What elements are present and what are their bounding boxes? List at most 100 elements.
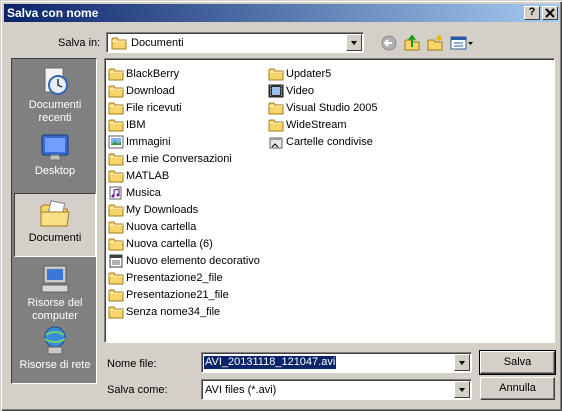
file-list[interactable]: BlackBerry Download File ricevuti IBM Im… bbox=[104, 58, 555, 343]
file-name: Download bbox=[126, 84, 175, 97]
cancel-button[interactable]: Annulla bbox=[480, 377, 555, 400]
place-documents[interactable]: Documenti bbox=[14, 193, 96, 257]
filetype-combo[interactable]: AVI files (*.avi) bbox=[201, 379, 472, 400]
folder-icon bbox=[108, 237, 124, 251]
close-icon bbox=[545, 8, 555, 18]
filetype-value: AVI files (*.avi) bbox=[205, 384, 277, 396]
list-item[interactable]: Visual Studio 2005 bbox=[268, 99, 378, 116]
place-network[interactable]: Risorse di rete bbox=[14, 321, 96, 385]
folder-icon bbox=[108, 84, 124, 98]
file-name: MATLAB bbox=[126, 169, 170, 182]
list-item[interactable]: Updater5 bbox=[268, 65, 378, 82]
file-column-2: Updater5 Video Visual Studio 2005 WideSt… bbox=[268, 65, 378, 150]
network-icon bbox=[44, 326, 66, 355]
list-item[interactable]: Immagini bbox=[108, 133, 260, 150]
place-label: Risorse del computer bbox=[27, 297, 83, 322]
list-item[interactable]: Cartelle condivise bbox=[268, 133, 378, 150]
documents-folder-icon bbox=[40, 200, 70, 227]
list-item[interactable]: Nuova cartella bbox=[108, 218, 260, 235]
close-button[interactable] bbox=[542, 6, 558, 20]
file-name: Senza nome34_file bbox=[126, 305, 221, 318]
list-item[interactable]: Presentazione2_file bbox=[108, 269, 260, 286]
shared-folder-icon bbox=[269, 137, 283, 148]
list-item[interactable]: Download bbox=[108, 82, 260, 99]
folder-icon bbox=[108, 169, 124, 183]
file-name: Visual Studio 2005 bbox=[286, 101, 378, 114]
title-bar: Salva con nome ? bbox=[4, 4, 560, 22]
list-item[interactable]: Nuova cartella (6) bbox=[108, 235, 260, 252]
list-item[interactable]: File ricevuti bbox=[108, 99, 260, 116]
list-item[interactable]: IBM bbox=[108, 116, 260, 133]
back-button[interactable] bbox=[380, 34, 398, 52]
file-name: BlackBerry bbox=[126, 67, 180, 80]
list-item[interactable]: My Downloads bbox=[108, 201, 260, 218]
help-button[interactable]: ? bbox=[524, 6, 540, 20]
file-name: Musica bbox=[126, 186, 161, 199]
window-title: Salva con nome bbox=[7, 6, 99, 20]
folder-icon bbox=[268, 101, 284, 115]
list-item[interactable]: Senza nome34_file bbox=[108, 303, 260, 320]
list-item[interactable]: Musica bbox=[108, 184, 260, 201]
new-folder-button[interactable] bbox=[426, 34, 444, 52]
file-name: Presentazione2_file bbox=[126, 271, 223, 284]
place-label: Documenti recenti bbox=[28, 99, 82, 124]
filename-input[interactable]: AVI_20131118_121047.avi bbox=[201, 352, 472, 373]
place-label: Documenti bbox=[28, 232, 82, 244]
filename-value: AVI_20131118_121047.avi bbox=[204, 356, 337, 369]
folder-icon bbox=[268, 118, 284, 132]
file-name: My Downloads bbox=[126, 203, 199, 216]
save-button[interactable]: Salva bbox=[479, 350, 556, 375]
save-in-dropdown-button[interactable] bbox=[346, 34, 362, 51]
place-label: Desktop bbox=[34, 165, 76, 177]
filetype-dropdown-button[interactable] bbox=[454, 381, 470, 398]
save-in-combo[interactable]: Documenti bbox=[106, 32, 364, 53]
back-arrow-icon bbox=[381, 35, 397, 51]
folder-icon bbox=[108, 152, 124, 166]
place-my-computer[interactable]: Risorse del computer bbox=[14, 259, 96, 323]
file-icon bbox=[109, 254, 123, 267]
recent-documents-icon bbox=[44, 67, 68, 95]
folder-icon bbox=[108, 288, 124, 302]
file-name: WideStream bbox=[286, 118, 347, 131]
list-item[interactable]: Le mie Conversazioni bbox=[108, 150, 260, 167]
list-item[interactable]: WideStream bbox=[268, 116, 378, 133]
folder-icon bbox=[108, 271, 124, 285]
filename-label: Nome file: bbox=[107, 358, 157, 370]
pictures-folder-icon bbox=[108, 135, 124, 148]
folder-icon bbox=[108, 118, 124, 132]
file-name: Presentazione21_file bbox=[126, 288, 229, 301]
folder-icon bbox=[108, 203, 124, 217]
up-folder-button[interactable] bbox=[403, 34, 421, 52]
save-in-label: Salva in: bbox=[58, 37, 101, 49]
file-name: Le mie Conversazioni bbox=[126, 152, 232, 165]
list-item[interactable]: MATLAB bbox=[108, 167, 260, 184]
filename-dropdown-button[interactable] bbox=[454, 354, 470, 371]
list-item[interactable]: Video bbox=[268, 82, 378, 99]
file-name: Nuovo elemento decorativo bbox=[126, 254, 260, 267]
file-name: Video bbox=[286, 84, 314, 97]
up-folder-icon bbox=[404, 34, 420, 51]
list-item[interactable]: BlackBerry bbox=[108, 65, 260, 82]
folder-icon bbox=[108, 67, 124, 81]
places-bar: Documenti recenti Desktop Documenti Riso… bbox=[11, 58, 97, 384]
folder-icon bbox=[108, 220, 124, 234]
documents-folder-icon bbox=[111, 36, 127, 50]
place-desktop[interactable]: Desktop bbox=[14, 127, 96, 191]
new-folder-icon bbox=[427, 35, 443, 51]
views-menu-button[interactable] bbox=[450, 34, 474, 52]
file-name: Updater5 bbox=[286, 67, 332, 80]
filetype-label: Salva come: bbox=[107, 384, 168, 396]
place-recent-documents[interactable]: Documenti recenti bbox=[14, 61, 96, 125]
save-dialog-window: Salva con nome ? Salva in: Documenti Doc… bbox=[0, 0, 562, 411]
music-folder-icon bbox=[109, 186, 122, 199]
my-computer-icon bbox=[41, 265, 69, 293]
file-name: File ricevuti bbox=[126, 101, 182, 114]
list-item[interactable]: Presentazione21_file bbox=[108, 286, 260, 303]
file-name: IBM bbox=[126, 118, 146, 131]
list-item[interactable]: Nuovo elemento decorativo bbox=[108, 252, 260, 269]
file-name: Nuova cartella bbox=[126, 220, 197, 233]
place-label: Risorse di rete bbox=[19, 359, 91, 371]
save-in-value: Documenti bbox=[131, 37, 184, 49]
file-name: Immagini bbox=[126, 135, 171, 148]
views-menu-icon bbox=[450, 36, 473, 50]
